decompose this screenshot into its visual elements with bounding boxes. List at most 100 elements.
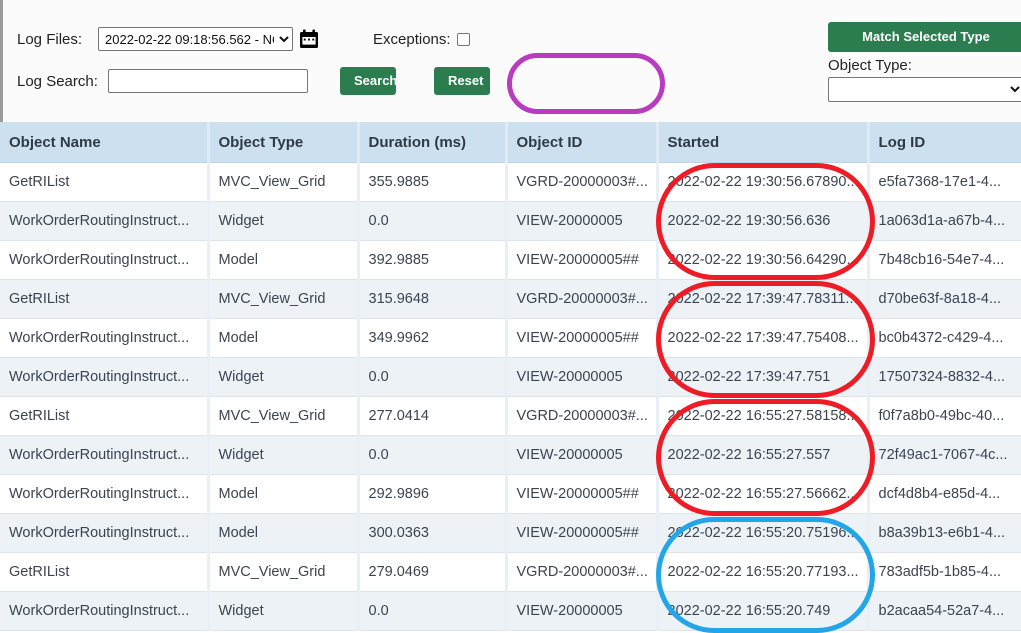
- cell-duration[interactable]: 0.0: [358, 357, 508, 397]
- search-button[interactable]: Search: [340, 67, 397, 95]
- cell-object-type[interactable]: Widget: [208, 201, 360, 241]
- exceptions-checkbox[interactable]: [456, 32, 470, 46]
- cell-object-type[interactable]: MVC_View_Grid: [208, 552, 360, 592]
- cell-object-id[interactable]: VIEW-20000005: [506, 591, 659, 631]
- column-header-started[interactable]: Started: [657, 122, 870, 163]
- cell-object-name[interactable]: WorkOrderRoutingInstruct...: [0, 240, 210, 280]
- cell-object-type[interactable]: MVC_View_Grid: [208, 162, 360, 202]
- table-row[interactable]: GetRIList MVC_View_Grid 279.0469 VGRD-20000…: [0, 552, 1021, 592]
- cell-object-type[interactable]: MVC_View_Grid: [208, 396, 360, 436]
- table-row[interactable]: WorkOrderRoutingInstruct... Model 349.9962…: [0, 318, 1021, 358]
- cell-object-id[interactable]: VGRD-20000003#...: [506, 396, 659, 436]
- cell-started[interactable]: 2022-02-22 17:39:47.75408...: [657, 318, 870, 358]
- cell-started[interactable]: 2022-02-22 17:39:47.751: [657, 357, 870, 397]
- column-header-object-id[interactable]: Object ID: [506, 122, 659, 163]
- cell-started[interactable]: 2022-02-22 17:39:47.78311...: [657, 279, 870, 319]
- table-row[interactable]: WorkOrderRoutingInstruct... Widget 0.0 VIEW…: [0, 591, 1021, 631]
- cell-log-id[interactable]: 783adf5b-1b85-4...: [868, 552, 1021, 592]
- table-row[interactable]: GetRIList MVC_View_Grid 355.9885 VGRD-20000…: [0, 162, 1021, 202]
- table-row[interactable]: WorkOrderRoutingInstruct... Model 300.0363…: [0, 513, 1021, 553]
- cell-object-id[interactable]: VIEW-20000005##: [506, 513, 659, 553]
- column-header-object-name[interactable]: Object Name: [0, 122, 210, 163]
- cell-object-name[interactable]: WorkOrderRoutingInstruct...: [0, 513, 210, 553]
- table-row[interactable]: WorkOrderRoutingInstruct... Widget 0.0 VIEW…: [0, 357, 1021, 397]
- cell-object-type[interactable]: Widget: [208, 357, 360, 397]
- cell-log-id[interactable]: d70be63f-8a18-4...: [868, 279, 1021, 319]
- cell-duration[interactable]: 0.0: [358, 201, 508, 241]
- cell-object-name[interactable]: GetRIList: [0, 162, 210, 202]
- cell-log-id[interactable]: 1a063d1a-a67b-4...: [868, 201, 1021, 241]
- table-row[interactable]: WorkOrderRoutingInstruct... Model 292.9896…: [0, 474, 1021, 514]
- log-search-label: Log Search:: [17, 72, 98, 90]
- cell-started[interactable]: 2022-02-22 16:55:20.77193...: [657, 552, 870, 592]
- cell-object-id[interactable]: VIEW-20000005##: [506, 240, 659, 280]
- calendar-icon[interactable]: [299, 29, 319, 49]
- cell-started[interactable]: 2022-02-22 16:55:27.557: [657, 435, 870, 475]
- log-files-select[interactable]: 2022-02-22 09:18:56.562 - NO: [98, 27, 293, 51]
- cell-object-id[interactable]: VGRD-20000003#...: [506, 162, 659, 202]
- log-search-input[interactable]: [108, 69, 308, 93]
- cell-object-name[interactable]: GetRIList: [0, 279, 210, 319]
- cell-log-id[interactable]: e5fa7368-17e1-4...: [868, 162, 1021, 202]
- cell-object-type[interactable]: Model: [208, 318, 360, 358]
- table-row[interactable]: GetRIList MVC_View_Grid 315.9648 VGRD-20000…: [0, 279, 1021, 319]
- cell-object-id[interactable]: VIEW-20000005##: [506, 318, 659, 358]
- cell-started[interactable]: 2022-02-22 19:30:56.636: [657, 201, 870, 241]
- cell-object-type[interactable]: Widget: [208, 591, 360, 631]
- cell-object-name[interactable]: WorkOrderRoutingInstruct...: [0, 357, 210, 397]
- column-header-object-type[interactable]: Object Type: [208, 122, 360, 163]
- table-row[interactable]: WorkOrderRoutingInstruct... Widget 0.0 VIEW…: [0, 201, 1021, 241]
- cell-duration[interactable]: 349.9962: [358, 318, 508, 358]
- cell-log-id[interactable]: 72f49ac1-7067-4c...: [868, 435, 1021, 475]
- column-header-duration[interactable]: Duration (ms): [358, 122, 508, 163]
- cell-object-name[interactable]: WorkOrderRoutingInstruct...: [0, 435, 210, 475]
- cell-object-type[interactable]: Widget: [208, 435, 360, 475]
- cell-log-id[interactable]: b2acaa54-52a7-4...: [868, 591, 1021, 631]
- cell-object-id[interactable]: VGRD-20000003#...: [506, 279, 659, 319]
- cell-log-id[interactable]: 7b48cb16-54e7-4...: [868, 240, 1021, 280]
- cell-started[interactable]: 2022-02-22 16:55:20.75196...: [657, 513, 870, 553]
- cell-object-type[interactable]: Model: [208, 513, 360, 553]
- match-selected-type-button[interactable]: Match Selected Type: [828, 22, 1021, 52]
- table-row[interactable]: WorkOrderRoutingInstruct... Model 392.9885…: [0, 240, 1021, 280]
- object-type-select[interactable]: [828, 77, 1021, 102]
- toolbar-right-group: Match Selected Type Object Type:: [828, 22, 1021, 102]
- cell-started[interactable]: 2022-02-22 16:55:27.58158...: [657, 396, 870, 436]
- reset-button[interactable]: Reset: [434, 67, 490, 95]
- column-header-log-id[interactable]: Log ID: [868, 122, 1021, 163]
- cell-log-id[interactable]: bc0b4372-c429-4...: [868, 318, 1021, 358]
- cell-duration[interactable]: 277.0414: [358, 396, 508, 436]
- cell-object-type[interactable]: Model: [208, 240, 360, 280]
- cell-log-id[interactable]: dcf4d8b4-e85d-4...: [868, 474, 1021, 514]
- cell-duration[interactable]: 0.0: [358, 435, 508, 475]
- table-row[interactable]: GetRIList MVC_View_Grid 277.0414 VGRD-20000…: [0, 396, 1021, 436]
- cell-object-id[interactable]: VIEW-20000005##: [506, 474, 659, 514]
- cell-started[interactable]: 2022-02-22 16:55:27.56662...: [657, 474, 870, 514]
- cell-duration[interactable]: 0.0: [358, 591, 508, 631]
- cell-duration[interactable]: 355.9885: [358, 162, 508, 202]
- cell-duration[interactable]: 292.9896: [358, 474, 508, 514]
- cell-object-id[interactable]: VIEW-20000005: [506, 357, 659, 397]
- cell-started[interactable]: 2022-02-22 19:30:56.64290...: [657, 240, 870, 280]
- cell-object-name[interactable]: GetRIList: [0, 552, 210, 592]
- cell-object-type[interactable]: Model: [208, 474, 360, 514]
- cell-started[interactable]: 2022-02-22 19:30:56.67890...: [657, 162, 870, 202]
- cell-log-id[interactable]: f0f7a8b0-49bc-40...: [868, 396, 1021, 436]
- table-row[interactable]: WorkOrderRoutingInstruct... Widget 0.0 VIEW…: [0, 435, 1021, 475]
- cell-duration[interactable]: 279.0469: [358, 552, 508, 592]
- cell-object-name[interactable]: WorkOrderRoutingInstruct...: [0, 201, 210, 241]
- cell-log-id[interactable]: b8a39b13-e6b1-4...: [868, 513, 1021, 553]
- cell-duration[interactable]: 300.0363: [358, 513, 508, 553]
- cell-log-id[interactable]: 17507324-8832-4...: [868, 357, 1021, 397]
- cell-object-name[interactable]: WorkOrderRoutingInstruct...: [0, 591, 210, 631]
- cell-duration[interactable]: 315.9648: [358, 279, 508, 319]
- cell-started[interactable]: 2022-02-22 16:55:20.749: [657, 591, 870, 631]
- cell-object-id[interactable]: VIEW-20000005: [506, 201, 659, 241]
- cell-object-id[interactable]: VGRD-20000003#...: [506, 552, 659, 592]
- cell-object-type[interactable]: MVC_View_Grid: [208, 279, 360, 319]
- cell-object-name[interactable]: WorkOrderRoutingInstruct...: [0, 474, 210, 514]
- cell-object-name[interactable]: WorkOrderRoutingInstruct...: [0, 318, 210, 358]
- cell-object-id[interactable]: VIEW-20000005: [506, 435, 659, 475]
- cell-object-name[interactable]: GetRIList: [0, 396, 210, 436]
- cell-duration[interactable]: 392.9885: [358, 240, 508, 280]
